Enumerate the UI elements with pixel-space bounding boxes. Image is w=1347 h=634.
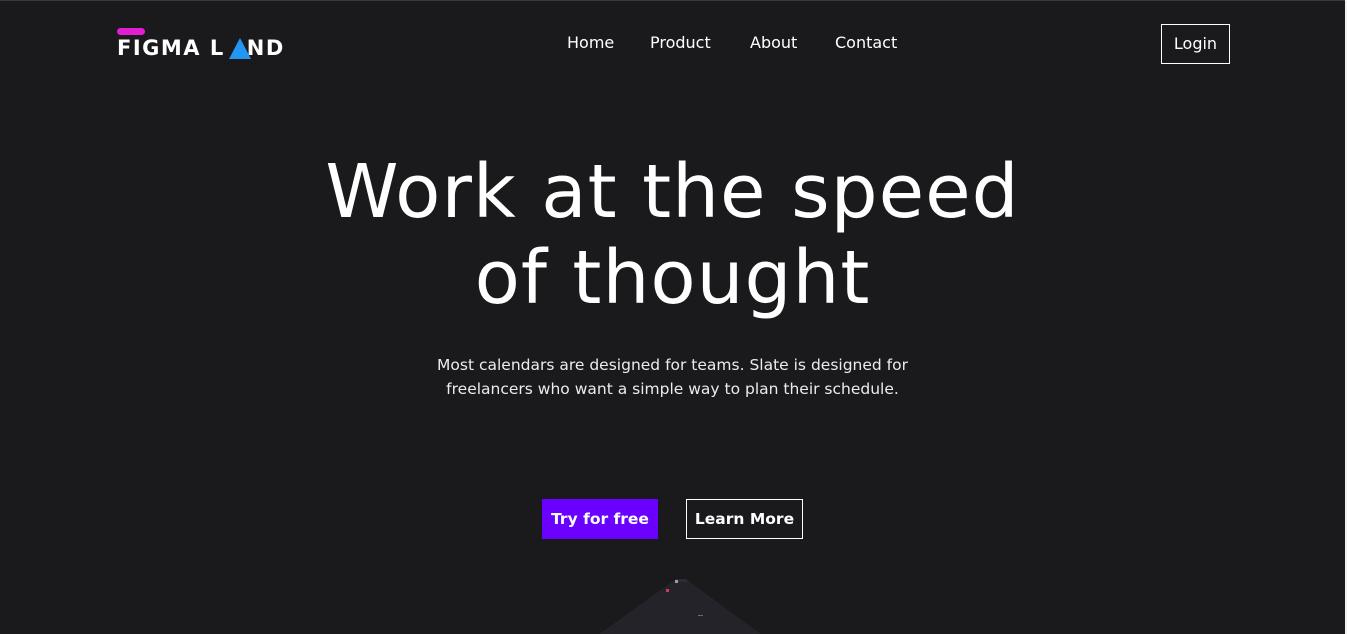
app-preview-image — [599, 579, 761, 634]
hero-subtitle: Most calendars are designed for teams. S… — [0, 353, 1345, 401]
preview-dot-red — [666, 589, 669, 592]
preview-line — [698, 615, 703, 616]
nav-link-contact[interactable]: Contact — [835, 32, 897, 54]
preview-dot-white — [675, 580, 678, 583]
learn-more-button[interactable]: Learn More — [686, 499, 803, 539]
hero-subtitle-line-1: Most calendars are designed for teams. S… — [437, 356, 908, 374]
hero-title: Work at the speed of thought — [0, 149, 1345, 321]
landing-page: FIGMA L ND Home Product About Contact Log… — [0, 0, 1345, 634]
hero-title-line-2: of thought — [474, 235, 871, 321]
nav-link-product[interactable]: Product — [650, 32, 711, 54]
try-for-free-button[interactable]: Try for free — [542, 499, 658, 539]
hero-title-line-1: Work at the speed — [325, 149, 1020, 235]
hero-subtitle-line-2: freelancers who want a simple way to pla… — [446, 380, 899, 398]
nav-link-about[interactable]: About — [750, 32, 797, 54]
main-nav: Home Product About Contact — [0, 32, 1345, 56]
preview-device-shape — [599, 579, 761, 634]
nav-link-home[interactable]: Home — [567, 32, 614, 54]
login-button[interactable]: Login — [1161, 24, 1230, 64]
